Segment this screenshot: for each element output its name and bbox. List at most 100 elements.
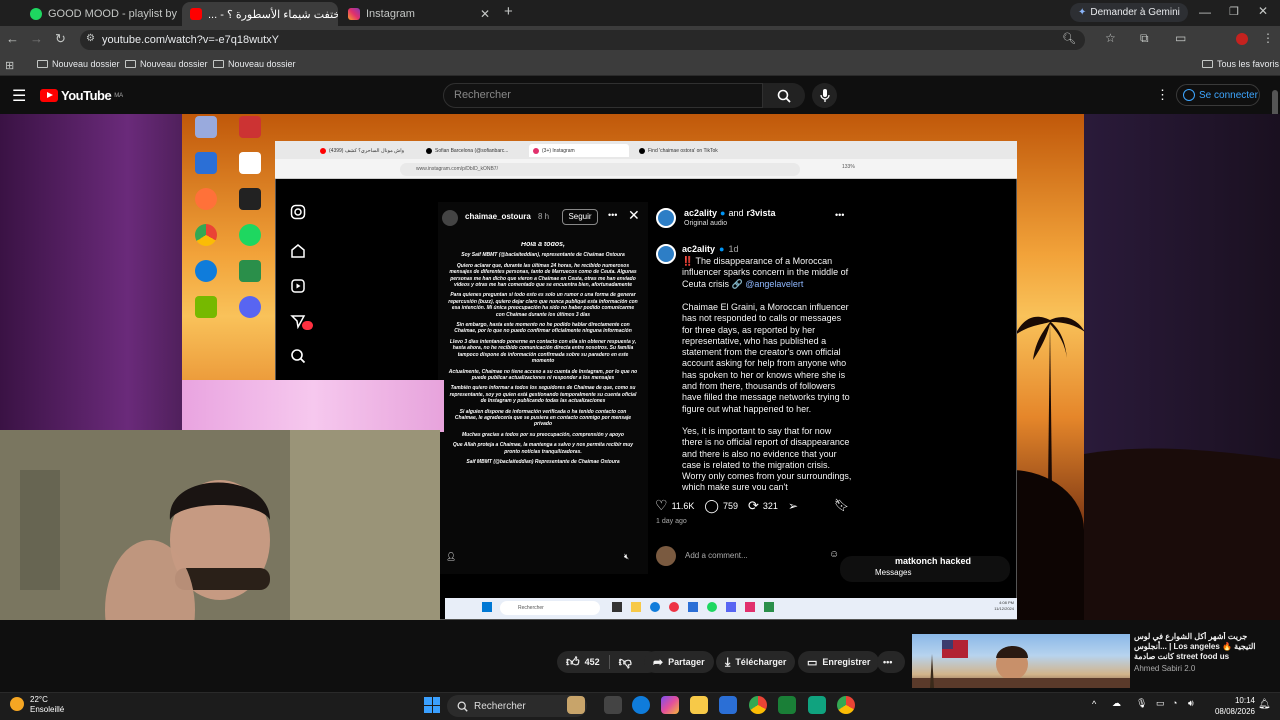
search-button[interactable] [763, 83, 805, 108]
voice-search-button[interactable] [812, 83, 837, 108]
youtube-logo-text: YouTube [61, 88, 112, 103]
reload-icon[interactable]: ↻ [55, 31, 66, 47]
wifi-icon[interactable]: ◔ [1172, 698, 1177, 708]
share-button[interactable]: ➦ Partager [644, 651, 714, 673]
tray-app-icon[interactable]: ☁ [1112, 698, 1121, 709]
nvidia-icon [195, 296, 217, 318]
notification-badge [302, 321, 313, 330]
palm-tree-silhouette [1015, 316, 1085, 490]
volume-icon[interactable]: 🔊︎ [1188, 698, 1194, 709]
windows-start-button[interactable] [424, 697, 440, 713]
folder-icon [1202, 60, 1213, 68]
post-date: 1 day ago [656, 518, 687, 525]
clock-date: 08/08/2026 [1214, 707, 1255, 716]
system-clock[interactable]: 10:14 08/08/2026 [1205, 695, 1255, 717]
microphone-icon [819, 88, 830, 102]
bookmark-folder[interactable]: Nouveau dossier [125, 59, 208, 69]
avatar [656, 546, 676, 566]
share-icon: ➢ [787, 498, 799, 513]
youtube-search-input[interactable]: Rechercher [443, 83, 763, 108]
recommendation-info[interactable]: جريت أشهر أكل الشوارع في لوس أنجلوس... |… [1134, 632, 1274, 674]
zoom-icon[interactable]: 🔍︎ [1062, 32, 1076, 45]
menu-icon[interactable]: ⋮ [1262, 31, 1274, 45]
gemini-button[interactable]: ✦ Demander à Gemini [1070, 3, 1188, 22]
new-tab-button[interactable]: + [504, 3, 513, 20]
url-text: youtube.com/watch?v=-e7q18wutxY [102, 34, 280, 46]
profile-avatar[interactable] [1236, 33, 1248, 45]
weather-icon[interactable] [10, 697, 24, 711]
post-caption: Chaimae El Graini, a Moroccan influencer… [682, 302, 850, 414]
bookmark-label: Nouveau dossier [140, 59, 208, 69]
avatar [442, 210, 458, 226]
caption-mention: @angelavelert [745, 278, 804, 289]
notifications-icon[interactable]: 🔔︎ [1258, 699, 1271, 710]
tab-youtube[interactable]: أين إختفت شيماء الأسطورة ؟ - ... ✕ [182, 2, 338, 26]
weather-widget[interactable]: 22°C Ensoleillé [30, 695, 64, 715]
story-paragraph: Soy Saif MBMT (@baclaiteddian), represen… [461, 252, 625, 259]
chrome-icon[interactable] [749, 696, 767, 714]
desktop-icons-column [194, 116, 218, 318]
discord-icon [239, 296, 261, 318]
microsoft-store-icon[interactable] [719, 696, 737, 714]
close-window-button[interactable]: ✕ [1258, 4, 1268, 18]
story-paragraph: Actualmente, Chaimae no tiene acceso a s… [448, 368, 638, 381]
bookmark-folder[interactable]: Nouveau dossier [213, 59, 296, 69]
post-actions: ♡ 11.6K ◯ 759 ⟳ 321 ➢ [655, 497, 798, 514]
maximize-button[interactable]: ❐ [1229, 5, 1239, 18]
forward-arrow-icon[interactable]: → [30, 31, 43, 46]
tab-label: أين إختفت شيماء الأسطورة ؟ - ... [208, 8, 338, 21]
close-icon[interactable]: ✕ [480, 7, 490, 21]
windows-start-icon [482, 602, 492, 612]
avatar [656, 244, 676, 264]
tiktok-icon [426, 147, 432, 154]
all-favorites[interactable]: Tous les favoris [1202, 59, 1279, 69]
apps-icon[interactable]: ⊞ [5, 59, 14, 72]
star-icon[interactable]: ☆ [1105, 31, 1116, 45]
chrome-icon[interactable] [837, 696, 855, 714]
hamburger-menu-icon[interactable]: ☰ [12, 86, 26, 106]
avatar [656, 208, 676, 228]
tab-spotify[interactable]: GOOD MOOD - playlist by Csa ✕ [22, 2, 180, 26]
more-actions-button[interactable]: ••• [877, 651, 905, 673]
taskbar-search[interactable]: Rechercher [447, 695, 587, 717]
close-icon: ✕ [628, 207, 640, 223]
save-button[interactable]: ▭ Enregistrer [798, 651, 880, 673]
copilot-icon[interactable] [661, 696, 679, 714]
edge-icon[interactable] [632, 696, 650, 714]
app-icon[interactable] [808, 696, 826, 714]
recommendation-thumbnail[interactable] [912, 634, 1130, 688]
task-view-icon[interactable] [604, 696, 622, 714]
download-button[interactable]: ⤓ Télécharger [716, 651, 796, 673]
minimize-button[interactable]: — [1199, 5, 1211, 19]
like-button[interactable]: 👍︎ 452 [566, 654, 600, 670]
story-statement-text: Hola a todos, Soy Saif MBMT (@baclaitedd… [448, 242, 638, 542]
app-icon [239, 260, 261, 282]
chevron-up-icon[interactable]: ^ [1092, 699, 1096, 709]
address-bar[interactable]: youtube.com/watch?v=-e7q18wutxY [80, 30, 1085, 50]
more-options-icon[interactable]: ⋮ [1156, 87, 1169, 103]
back-arrow-icon[interactable]: ← [6, 31, 19, 46]
palm-tree-silhouette [1044, 114, 1280, 620]
recorded-tab: (3+) Instagram [529, 144, 629, 157]
story-paragraph: Que Allah proteja a Chaimae, la mantenga… [452, 442, 634, 455]
story-username: chaimae_ostoura [465, 212, 531, 221]
more-options-icon: ••• [835, 210, 845, 220]
site-info-icon[interactable]: ⚙ [86, 33, 95, 44]
like-count: 452 [584, 657, 600, 667]
sign-in-button[interactable]: Se connecter [1176, 84, 1260, 106]
tab-instagram[interactable]: Instagram ✕ [340, 2, 498, 26]
file-explorer-icon[interactable] [690, 696, 708, 714]
monitor-icon[interactable]: ▭ [1156, 698, 1165, 709]
instagram-icon [348, 8, 360, 20]
app-icon [239, 188, 261, 210]
extensions-icon[interactable]: ⧉ [1140, 31, 1149, 46]
app-icon[interactable] [778, 696, 796, 714]
thumbs-down-icon[interactable]: 👎︎ [619, 654, 632, 670]
bookmark-folder[interactable]: Nouveau dossier [37, 59, 120, 69]
recorded-zoom: 133% [842, 164, 855, 170]
microphone-icon[interactable]: 🎙︎ [1136, 698, 1147, 709]
follow-button: Seguir [562, 209, 598, 225]
youtube-logo[interactable]: YouTube MA [40, 88, 123, 103]
recorded-clock-date: 11/12/2024 [994, 606, 1014, 611]
tab-search-icon[interactable]: ▭ [1175, 31, 1186, 45]
